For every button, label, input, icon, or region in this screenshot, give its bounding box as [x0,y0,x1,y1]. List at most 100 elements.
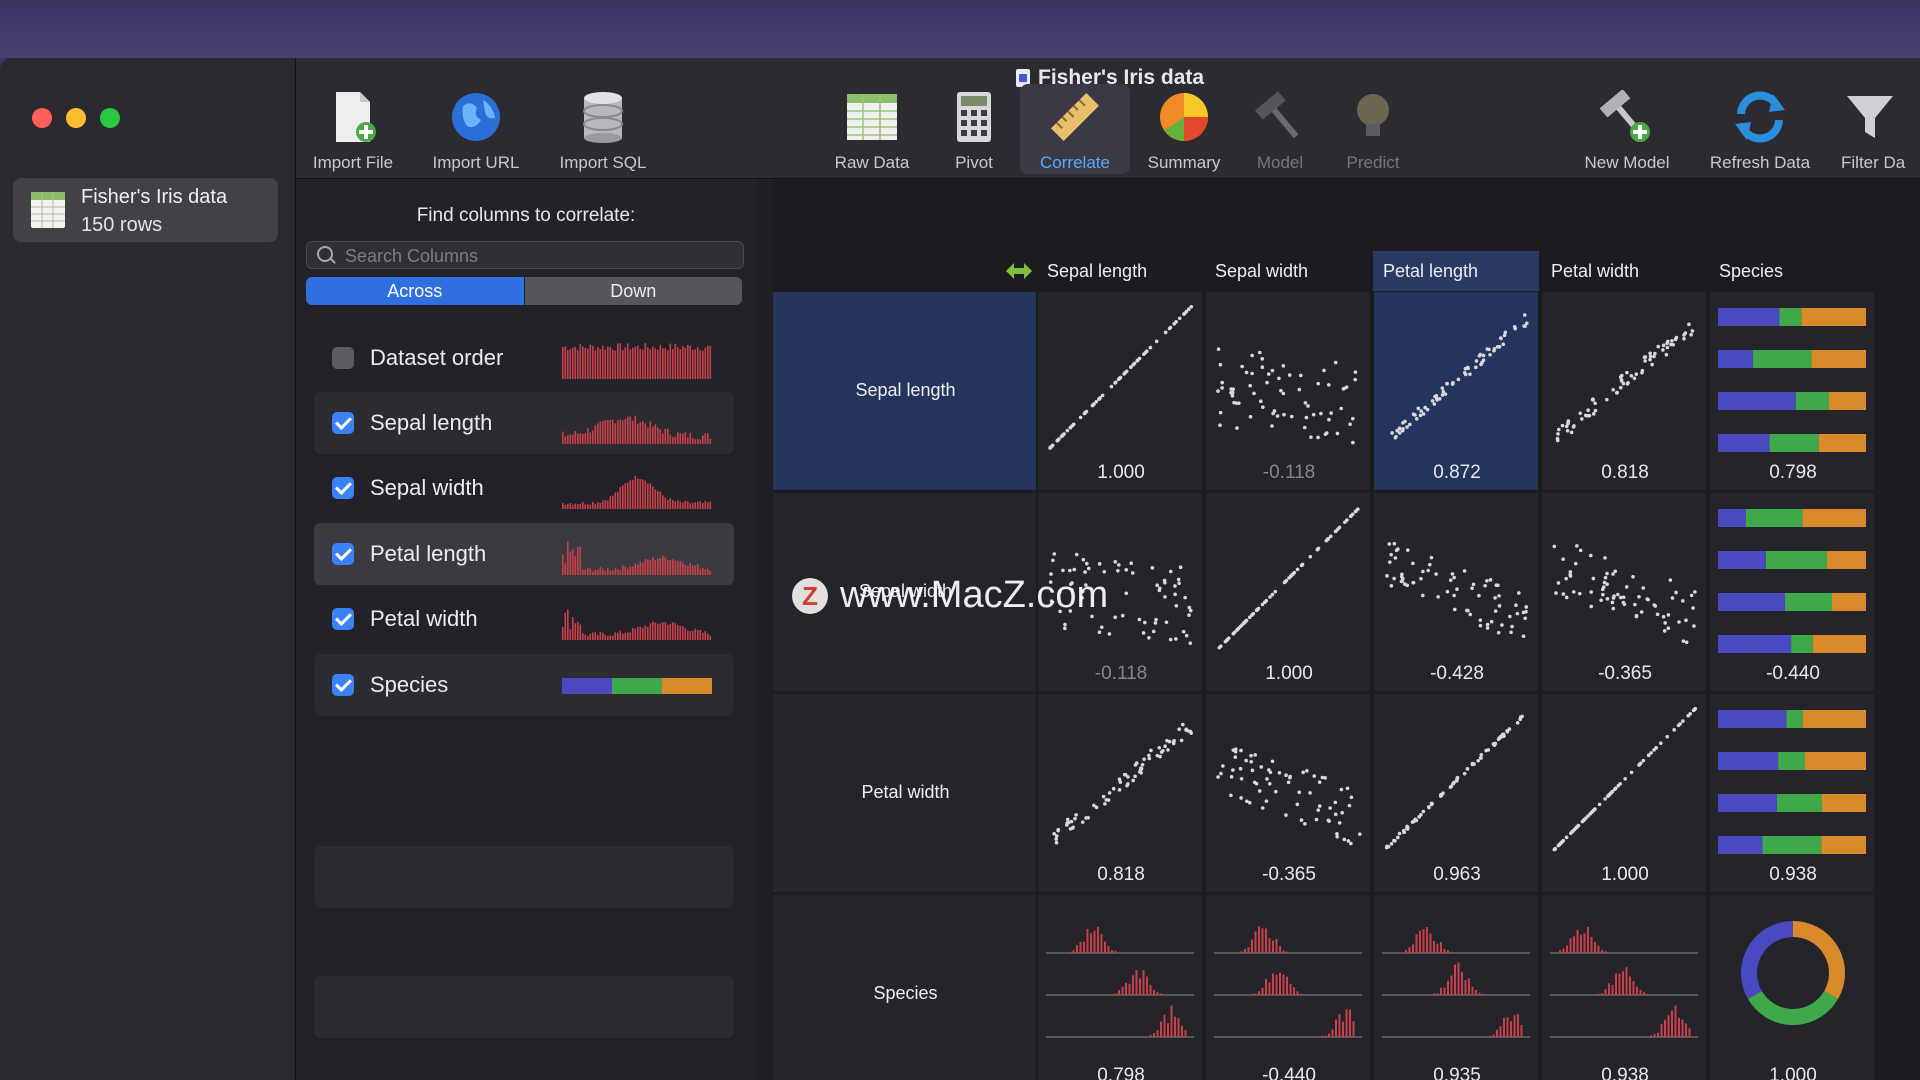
row-header[interactable]: Sepal length [772,291,1037,491]
sparkline-bar [562,431,564,444]
correlation-value: -0.118 [1262,462,1316,483]
column-row-petal-length[interactable]: Petal length [314,523,734,585]
scatter-point [1587,413,1592,418]
scatter-point [1249,753,1253,758]
column-row-petal-width[interactable]: Petal width [314,588,734,650]
pivot-button[interactable]: Pivot [919,84,1029,174]
sparkline-bar [594,632,597,640]
correlation-cell[interactable]: 0.798 [1037,894,1203,1080]
raw-data-button[interactable]: Raw Data [817,84,927,174]
correlation-cell[interactable]: 0.872 [1373,291,1539,491]
column-header[interactable]: Petal length [1373,251,1539,291]
species-segment [1718,509,1746,527]
sidebar-dataset-item[interactable]: Fisher's Iris data 150 rows [13,178,278,242]
scatter-point [1673,337,1678,342]
sparkline-bar [602,500,604,509]
correlation-cell[interactable]: 1.000 [1205,492,1371,692]
scatter-point [1661,348,1665,352]
correlation-cell[interactable]: -0.365 [1541,492,1707,692]
sparkline-bar [662,622,664,640]
swap-arrows-icon[interactable] [1006,263,1032,279]
correlation-cell[interactable]: -0.428 [1373,492,1539,692]
sparkline-bar [654,559,657,575]
species-segment [1802,509,1866,527]
scatter-point [1456,377,1461,382]
correlation-cell[interactable]: -0.440 [1709,492,1875,692]
scatter-point [1647,753,1651,757]
scatter-point [1281,391,1286,396]
sparkline-bar [697,630,699,640]
import-url-button[interactable]: Import URL [421,84,531,174]
column-checkbox[interactable] [332,543,354,565]
new-model-button[interactable]: New Model [1572,84,1682,174]
correlation-cell[interactable]: 0.818 [1037,693,1203,893]
sparkline-bar [649,623,652,640]
search-columns-input[interactable] [343,242,737,270]
column-checkbox[interactable] [332,347,354,369]
column-checkbox[interactable] [332,674,354,696]
histogram-bar [1254,993,1257,995]
scatter-point [1666,626,1671,630]
scatter-point [1086,566,1091,571]
cell-plot [1216,747,1362,846]
column-row-sepal-width[interactable]: Sepal width [314,457,734,519]
scatter-point [1591,576,1596,581]
species-segment [1801,308,1866,326]
scatter-point [1157,745,1162,750]
scatter-point [1665,345,1670,350]
correlation-cell[interactable]: 1.000 [1037,291,1203,491]
correlation-cell[interactable]: 0.963 [1373,693,1539,893]
column-header[interactable]: Petal width [1541,251,1707,291]
correlation-cell[interactable]: -0.440 [1205,894,1371,1080]
scatter-point [1216,347,1221,352]
correlation-cell[interactable]: -0.118 [1205,291,1371,491]
across-segment[interactable]: Across [306,277,524,305]
histogram-bar [1580,934,1582,953]
sparkline-bar [584,433,587,444]
minimize-window-button[interactable] [66,108,86,128]
correlation-cell[interactable]: 1.000 [1709,894,1875,1080]
column-checkbox[interactable] [332,608,354,630]
column-checkbox[interactable] [332,412,354,434]
correlation-cell[interactable]: 0.938 [1709,693,1875,893]
column-row-species[interactable]: Species [314,654,734,716]
correlation-cell[interactable]: 1.000 [1541,693,1707,893]
sparkline-bar [659,429,662,444]
import-file-button[interactable]: Import File [298,84,408,174]
species-segment [1718,836,1763,854]
refresh-data-button[interactable]: Refresh Data [1705,84,1815,174]
histogram-bar [1415,934,1418,953]
species-segment [1776,794,1822,812]
zoom-window-button[interactable] [100,108,120,128]
row-header[interactable]: Species [772,894,1037,1080]
correlation-cell[interactable]: 0.818 [1541,291,1707,491]
correlation-cell[interactable]: 0.798 [1709,291,1875,491]
correlation-cell[interactable]: 0.938 [1541,894,1707,1080]
sparkline-bar [669,559,672,575]
down-segment[interactable]: Down [523,277,742,305]
column-row-dataset-order[interactable]: Dataset order [314,327,734,389]
sparkline-bar [574,503,577,509]
scatter-point [1323,776,1327,780]
row-header[interactable]: Petal width [772,693,1037,893]
filter-data-button[interactable]: Filter Da [1833,84,1920,174]
column-header[interactable]: Sepal width [1205,251,1371,291]
import-sql-button[interactable]: Import SQL [548,84,658,174]
scatter-point [1123,772,1128,777]
sparkline-bar [689,631,692,640]
scatter-point [1479,752,1484,757]
scatter-point [1168,637,1173,642]
scatter-point [1216,775,1220,779]
column-header[interactable]: Species [1709,251,1875,291]
correlation-cell[interactable]: -0.365 [1205,693,1371,893]
correlate-button[interactable]: Correlate [1020,84,1130,174]
scatter-point [1659,741,1663,745]
correlation-cell[interactable]: 0.935 [1373,894,1539,1080]
column-checkbox[interactable] [332,477,354,499]
predict-button[interactable]: Predict [1318,84,1428,174]
summary-button[interactable]: Summary [1129,84,1239,174]
close-window-button[interactable] [32,108,52,128]
column-row-sepal-length[interactable]: Sepal length [314,392,734,454]
column-header[interactable]: Sepal length [1037,251,1203,291]
histogram-bar [1100,933,1103,953]
